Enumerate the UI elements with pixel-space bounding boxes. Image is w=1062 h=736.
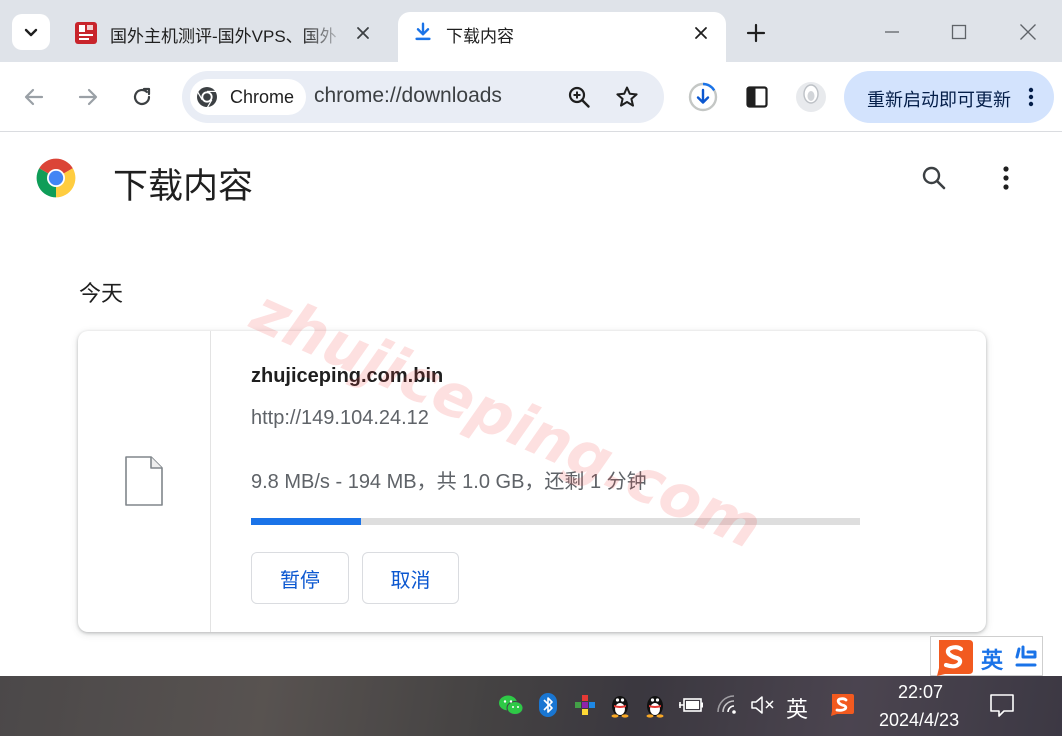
sogou-logo-icon [937, 640, 973, 676]
tab-search-button[interactable] [12, 14, 50, 50]
bookmark-button[interactable] [614, 84, 640, 110]
progress-bar [251, 518, 860, 525]
tab-strip: 国外主机测评-国外VPS、国外 下载内容 [0, 0, 1062, 62]
qq-tray-icon-2[interactable] [642, 692, 668, 718]
chrome-logo-icon [36, 158, 76, 198]
clock-time[interactable]: 22:07 [898, 682, 943, 703]
zoom-in-icon [568, 86, 590, 108]
search-icon [922, 166, 946, 190]
browser-toolbar: Chrome chrome://downloads 重新启动即可更新 [0, 62, 1062, 132]
battery-plug-icon [679, 698, 703, 712]
close-icon [1020, 24, 1036, 40]
power-tray-icon[interactable] [678, 692, 704, 718]
bluetooth-icon [539, 693, 557, 717]
tab-zhujiceping[interactable]: 国外主机测评-国外VPS、国外 [62, 12, 388, 62]
downloads-button[interactable] [686, 80, 720, 114]
close-icon [357, 27, 369, 39]
app-tray-icon[interactable] [572, 692, 598, 718]
forward-button[interactable] [71, 80, 105, 114]
back-button[interactable] [17, 80, 51, 114]
plus-icon [746, 23, 766, 43]
star-icon [616, 86, 638, 107]
reload-button[interactable] [125, 80, 159, 114]
close-tab-button[interactable] [690, 22, 712, 44]
file-name-link[interactable]: zhujiceping.com.bin [251, 365, 443, 388]
pause-button[interactable]: 暂停 [251, 552, 349, 604]
chrome-icon [197, 87, 217, 108]
sogou-logo-icon [831, 694, 854, 716]
arrow-left-icon [24, 88, 44, 106]
side-panel-icon [746, 86, 768, 108]
maximize-button[interactable] [941, 14, 977, 50]
relaunch-update-button[interactable]: 重新启动即可更新 [844, 71, 1054, 123]
file-icon [125, 456, 163, 506]
minimize-icon [885, 31, 899, 33]
search-downloads-button[interactable] [918, 162, 950, 194]
avatar-icon [796, 82, 826, 112]
ime-toolbar[interactable]: 英 [930, 636, 1043, 676]
download-status: 9.8 MB/s - 194 MB，共 1.0 GB，还剩 1 分钟 [251, 471, 647, 493]
chip-label: Chrome [230, 86, 295, 107]
more-vertical-icon [1028, 87, 1034, 107]
site-favicon-icon [75, 22, 97, 44]
close-icon [695, 27, 707, 39]
clock-date[interactable]: 2024/4/23 [879, 710, 959, 731]
section-date: 今天 [79, 281, 124, 306]
qq-tray-icon-1[interactable] [607, 692, 633, 718]
zoom-button[interactable] [566, 84, 592, 110]
maximize-icon [951, 24, 967, 40]
bluetooth-tray-icon[interactable] [535, 692, 561, 718]
wechat-tray-icon[interactable] [498, 692, 524, 718]
notification-center-button[interactable] [989, 692, 1015, 718]
update-label: 重新启动即可更新 [867, 90, 1011, 110]
cancel-button[interactable]: 取消 [362, 552, 459, 604]
downloads-header: 下载内容 [0, 132, 1062, 228]
tab-downloads[interactable]: 下载内容 [398, 12, 726, 62]
notification-icon [990, 694, 1014, 717]
page-title: 下载内容 [113, 167, 254, 206]
download-item: zhujiceping.com.bin http://149.104.24.12… [78, 331, 986, 632]
source-url-link[interactable]: http://149.104.24.12 [251, 407, 429, 430]
download-icon [415, 22, 431, 41]
wifi-icon [717, 695, 736, 714]
more-actions-button[interactable] [990, 162, 1022, 194]
tab-title: 国外主机测评-国外VPS、国外 [110, 27, 337, 46]
chevron-down-icon [24, 28, 38, 37]
progress-fill [251, 518, 361, 525]
volume-muted-icon [751, 696, 774, 714]
more-vertical-icon [1003, 166, 1009, 190]
reload-icon [133, 87, 151, 106]
qq-penguin-icon [611, 696, 629, 718]
close-tab-button[interactable] [352, 22, 374, 44]
ime-language-indicator[interactable]: 英 [786, 692, 808, 724]
divider [210, 331, 211, 632]
download-progress-icon [688, 82, 718, 112]
new-tab-button[interactable] [740, 18, 772, 48]
tab-title: 下载内容 [446, 27, 514, 46]
minimize-button[interactable] [874, 14, 910, 50]
network-tray-icon[interactable] [716, 692, 742, 718]
ime-language[interactable]: 英 [981, 643, 1003, 675]
half-width-icon[interactable] [1015, 645, 1037, 669]
side-panel-button[interactable] [740, 80, 774, 114]
sogou-tray-icon[interactable] [829, 692, 855, 718]
close-window-button[interactable] [1010, 14, 1046, 50]
address-bar[interactable]: Chrome chrome://downloads [182, 71, 664, 123]
volume-tray-icon[interactable] [750, 692, 776, 718]
arrow-right-icon [78, 88, 98, 106]
qq-penguin-icon [646, 696, 664, 718]
wechat-icon [499, 695, 524, 715]
colorful-app-icon [575, 695, 595, 715]
profile-button[interactable] [794, 80, 828, 114]
url-text[interactable]: chrome://downloads [314, 84, 502, 108]
